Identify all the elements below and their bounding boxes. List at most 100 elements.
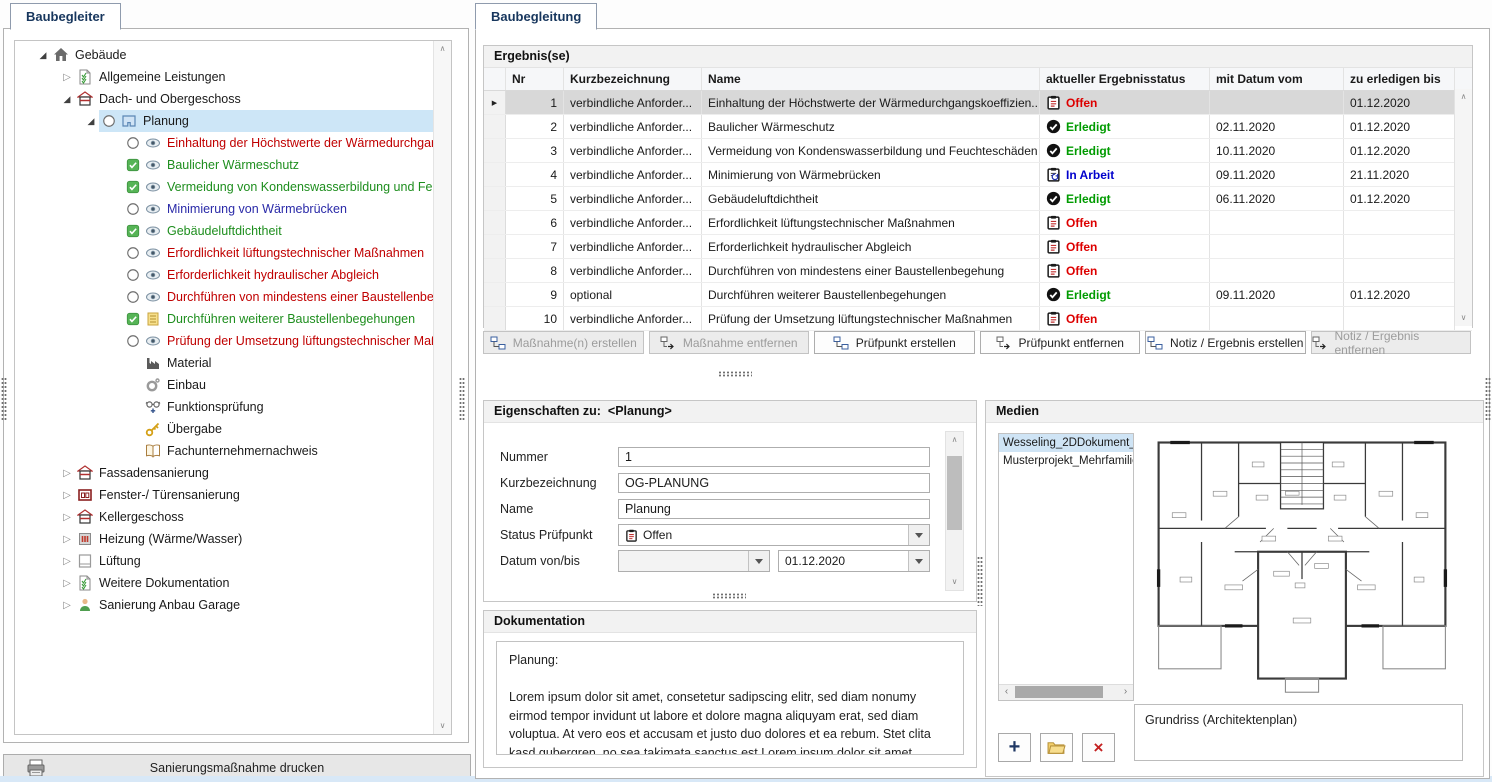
scroll-down-icon[interactable]: ∨ <box>1455 310 1472 326</box>
expander-expanded-icon[interactable]: ◢ <box>83 116 99 127</box>
vertical-splitter-handle[interactable] <box>1 377 7 421</box>
add-media-button[interactable]: + <box>998 733 1031 762</box>
expander-collapsed-icon[interactable]: ▷ <box>59 534 75 545</box>
tree-item-body[interactable]: Dach- und Obergeschoss <box>75 88 434 110</box>
documentation-textbox[interactable]: Planung: Lorem ipsum dolor sit amet, con… <box>496 641 964 755</box>
tree-item[interactable]: Durchführen weiterer Baustellenbegehunge… <box>15 308 434 330</box>
media-caption-field[interactable]: Grundriss (Architektenplan) <box>1134 704 1463 761</box>
scroll-left-icon[interactable]: ‹ <box>999 685 1014 700</box>
scroll-up-icon[interactable]: ∧ <box>1455 89 1472 105</box>
scrollbar-thumb[interactable] <box>947 456 962 530</box>
tree-item[interactable]: Erfordlichkeit lüftungstechnischer Maßna… <box>15 242 434 264</box>
scroll-down-icon[interactable]: ∨ <box>946 574 963 590</box>
horizontal-splitter-handle[interactable] <box>718 371 752 377</box>
table-row[interactable]: 7verbindliche Anforder...Erforderlichkei… <box>484 235 1472 259</box>
tree-item-body[interactable]: Fachunternehmernachweis <box>123 440 434 462</box>
tree-item[interactable]: Minimierung von Wärmebrücken <box>15 198 434 220</box>
table-row[interactable]: 10verbindliche Anforder...Prüfung der Um… <box>484 307 1472 331</box>
tree-item-body[interactable]: Baulicher Wärmeschutz <box>123 154 434 176</box>
tree-item[interactable]: ▷Fenster-/ Türensanierung <box>15 484 434 506</box>
expander-collapsed-icon[interactable]: ▷ <box>59 490 75 501</box>
tree-item[interactable]: ◢Planung <box>15 110 434 132</box>
dropdown-arrow-button[interactable] <box>748 551 769 571</box>
table-row[interactable]: 2verbindliche Anforder...Baulicher Wärme… <box>484 115 1472 139</box>
tree-item-body[interactable]: Kellergeschoss <box>75 506 434 528</box>
tree-item[interactable]: Durchführen von mindestens einer Baustel… <box>15 286 434 308</box>
expander-collapsed-icon[interactable]: ▷ <box>59 512 75 523</box>
datum-von-dropdown[interactable] <box>618 550 770 572</box>
tree-item-body[interactable]: Lüftung <box>75 550 434 572</box>
tree-scrollbar[interactable]: ∧ ∨ <box>433 41 451 734</box>
tree-item-body[interactable]: Durchführen weiterer Baustellenbegehunge… <box>123 308 434 330</box>
header-datum-vom[interactable]: mit Datum vom <box>1210 68 1344 90</box>
tree-item[interactable]: Einhaltung der Höchstwerte der Wärmedurc… <box>15 132 434 154</box>
header-ergebnisstatus[interactable]: aktueller Ergebnisstatus <box>1040 68 1210 90</box>
open-folder-button[interactable] <box>1040 733 1073 762</box>
tree-item-body[interactable]: Einhaltung der Höchstwerte der Wärmedurc… <box>123 132 434 154</box>
table-row[interactable]: 8verbindliche Anforder...Durchführen von… <box>484 259 1472 283</box>
tree-item-body[interactable]: Gebäude <box>51 44 434 66</box>
tree-item-body[interactable]: Gebäudeluftdichtheit <box>123 220 434 242</box>
tree-item-body[interactable]: Vermeidung von Kondenswasserbildung und … <box>123 176 434 198</box>
properties-scrollbar[interactable]: ∧ ∨ <box>945 431 964 591</box>
expander-collapsed-icon[interactable]: ▷ <box>59 468 75 479</box>
scroll-right-icon[interactable]: › <box>1118 685 1133 700</box>
tree-item[interactable]: Baulicher Wärmeschutz <box>15 154 434 176</box>
prüfpunkt-entfernen-button[interactable]: Prüfpunkt entfernen <box>980 331 1141 354</box>
tree-item[interactable]: Vermeidung von Kondenswasserbildung und … <box>15 176 434 198</box>
table-row[interactable]: 4verbindliche Anforder...Minimierung von… <box>484 163 1472 187</box>
header-nr[interactable]: Nr <box>506 68 564 90</box>
tree-item-body[interactable]: Weitere Dokumentation <box>75 572 434 594</box>
header-name[interactable]: Name <box>702 68 1040 90</box>
header-erledigen-bis[interactable]: zu erledigen bis <box>1344 68 1455 90</box>
tree-item[interactable]: Funktionsprüfung <box>15 396 434 418</box>
table-row[interactable]: 6verbindliche Anforder...Erfordlichkeit … <box>484 211 1472 235</box>
tree-item[interactable]: ◢Dach- und Obergeschoss <box>15 88 434 110</box>
tree-item-body[interactable]: Erforderlichkeit hydraulischer Abgleich <box>123 264 434 286</box>
delete-media-button[interactable]: × <box>1082 733 1115 762</box>
tree-item[interactable]: Übergabe <box>15 418 434 440</box>
scroll-up-icon[interactable]: ∧ <box>946 432 963 448</box>
vertical-splitter-handle[interactable] <box>1485 377 1491 421</box>
scroll-down-icon[interactable]: ∨ <box>434 718 451 734</box>
tree-item[interactable]: ▷Weitere Dokumentation <box>15 572 434 594</box>
tree-item[interactable]: Fachunternehmernachweis <box>15 440 434 462</box>
tree-item-body[interactable]: Einbau <box>123 374 434 396</box>
horizontal-splitter-handle[interactable] <box>712 593 746 599</box>
scroll-up-icon[interactable]: ∧ <box>434 41 451 57</box>
tree-item[interactable]: ▷Heizung (Wärme/Wasser) <box>15 528 434 550</box>
vertical-splitter-handle[interactable] <box>459 377 465 421</box>
dropdown-arrow-button[interactable] <box>908 551 929 571</box>
tree-item-body[interactable]: Erfordlichkeit lüftungstechnischer Maßna… <box>123 242 434 264</box>
expander-expanded-icon[interactable]: ◢ <box>35 50 51 61</box>
tree-item[interactable]: Prüfung der Umsetzung lüftungstechnische… <box>15 330 434 352</box>
tree-item-body[interactable]: Minimierung von Wärmebrücken <box>123 198 434 220</box>
expander-collapsed-icon[interactable]: ▷ <box>59 578 75 589</box>
tree-item-body[interactable]: Funktionsprüfung <box>123 396 434 418</box>
datum-bis-dropdown[interactable]: 01.12.2020 <box>778 550 930 572</box>
tree-item[interactable]: Material <box>15 352 434 374</box>
tree-item[interactable]: Gebäudeluftdichtheit <box>15 220 434 242</box>
tree-item[interactable]: ▷Allgemeine Leistungen <box>15 66 434 88</box>
expander-collapsed-icon[interactable]: ▷ <box>59 556 75 567</box>
tree-item[interactable]: Einbau <box>15 374 434 396</box>
tree-item[interactable]: ▷Kellergeschoss <box>15 506 434 528</box>
nummer-input[interactable] <box>618 447 930 467</box>
name-input[interactable] <box>618 499 930 519</box>
tree-item-body[interactable]: Heizung (Wärme/Wasser) <box>75 528 434 550</box>
media-list-item[interactable]: Musterprojekt_Mehrfamilienhaus <box>999 452 1133 470</box>
table-row[interactable]: ▶1verbindliche Anforder...Einhaltung der… <box>484 91 1472 115</box>
table-scrollbar[interactable]: ∧ ∨ <box>1454 89 1472 326</box>
table-row[interactable]: 3verbindliche Anforder...Vermeidung von … <box>484 139 1472 163</box>
media-list-hscrollbar[interactable]: ‹ › <box>999 684 1133 700</box>
prüfpunkt-erstellen-button[interactable]: Prüfpunkt erstellen <box>814 331 975 354</box>
expander-collapsed-icon[interactable]: ▷ <box>59 72 75 83</box>
expander-expanded-icon[interactable]: ◢ <box>59 94 75 105</box>
tab-baubegleitung[interactable]: Baubegleitung <box>475 3 597 30</box>
notiz-ergebnis-erstellen-button[interactable]: Notiz / Ergebnis erstellen <box>1145 331 1306 354</box>
tree-item-body[interactable]: Übergabe <box>123 418 434 440</box>
tree-item-body[interactable]: Material <box>123 352 434 374</box>
vertical-splitter-handle[interactable] <box>977 556 983 606</box>
status-dropdown[interactable]: Offen <box>618 524 930 546</box>
tab-baubegleiter[interactable]: Baubegleiter <box>10 3 121 30</box>
